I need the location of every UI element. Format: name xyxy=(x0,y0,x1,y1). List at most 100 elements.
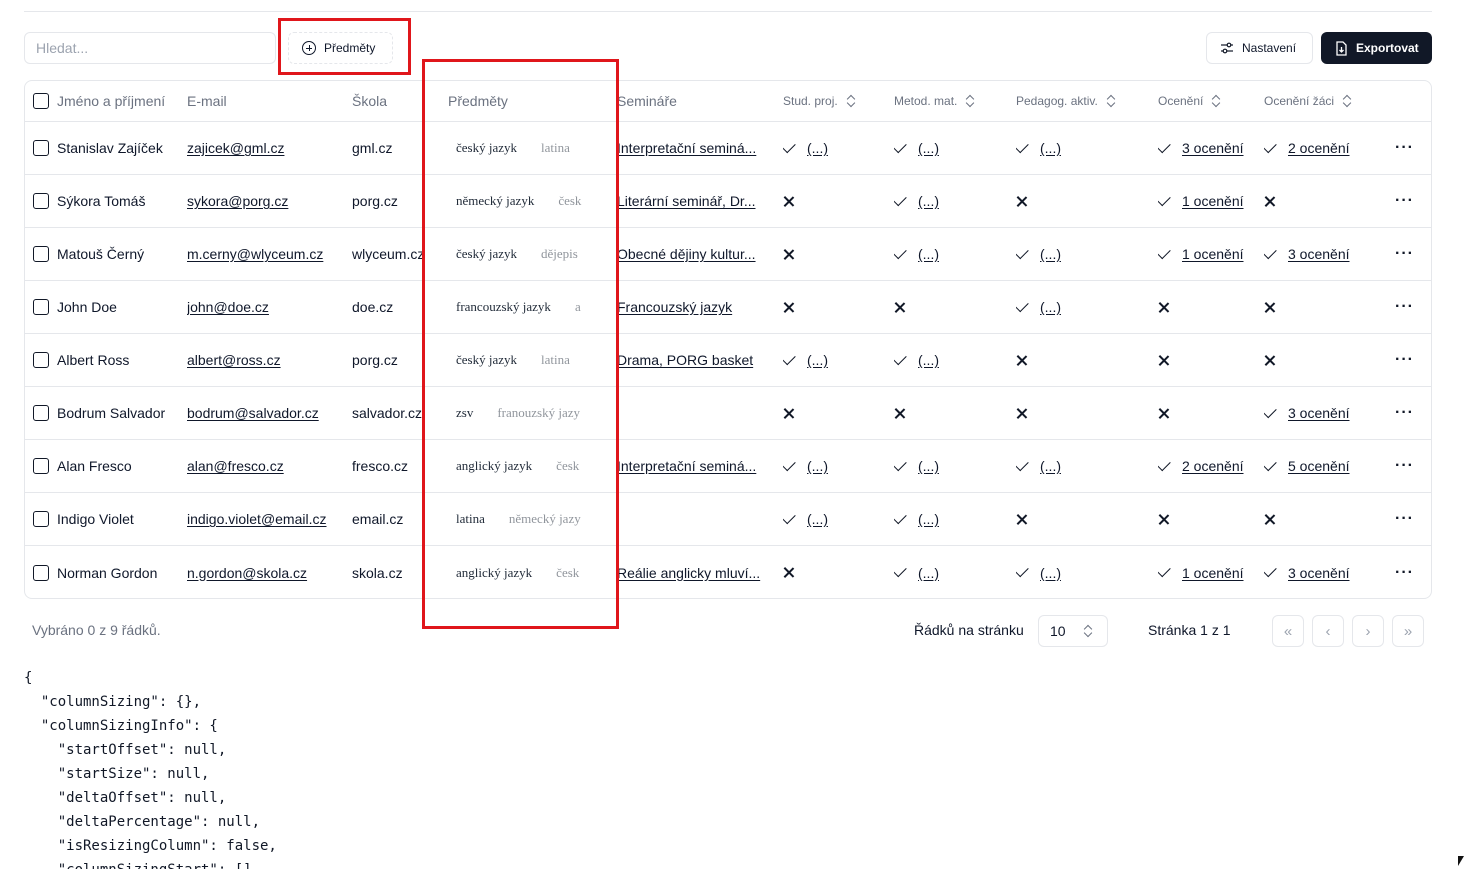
column-header-name[interactable]: Jméno a příjmení xyxy=(57,81,177,121)
x-icon xyxy=(783,408,794,419)
rows-per-page-select[interactable]: 10 xyxy=(1038,615,1108,647)
select-all-checkbox[interactable] xyxy=(33,93,49,109)
oceneni-link[interactable]: 3 ocenění xyxy=(1182,140,1244,156)
row-email-link[interactable]: bodrum@salvador.cz xyxy=(187,405,319,421)
column-header-stud-proj[interactable]: Stud. proj. xyxy=(783,81,883,121)
x-icon xyxy=(783,567,794,578)
oceneni-cell xyxy=(1158,281,1258,333)
metod-mat-details-link[interactable]: (...) xyxy=(918,193,939,209)
pedagog-aktiv-cell: (...) xyxy=(1016,228,1146,280)
column-header-email[interactable]: E-mail xyxy=(187,81,337,121)
row-seminar-link[interactable]: Interpretační seminá... xyxy=(617,140,756,156)
row-checkbox[interactable] xyxy=(33,564,49,581)
row-seminar-link[interactable]: Literární seminář, Dr... xyxy=(617,193,756,209)
metod-mat-details-link[interactable]: (...) xyxy=(918,140,939,156)
row-email-link[interactable]: indigo.violet@email.cz xyxy=(187,511,327,527)
oceneni-zaci-link[interactable]: 2 ocenění xyxy=(1288,140,1350,156)
code-line: "isResizingColumn": false, xyxy=(24,838,277,854)
pedagog-aktiv-details-link[interactable]: (...) xyxy=(1040,299,1061,315)
row-email-link[interactable]: n.gordon@skola.cz xyxy=(187,565,307,581)
row-seminar-link[interactable]: Drama, PORG basket xyxy=(617,352,753,368)
search-input[interactable] xyxy=(24,32,276,64)
row-actions-menu-icon[interactable]: ··· xyxy=(1395,404,1414,422)
row-checkbox[interactable] xyxy=(33,458,49,474)
oceneni-link[interactable]: 2 ocenění xyxy=(1182,458,1244,474)
oceneni-zaci-link[interactable]: 3 ocenění xyxy=(1288,405,1350,421)
stud-proj-details-link[interactable]: (...) xyxy=(807,511,828,527)
pedagog-aktiv-details-link[interactable]: (...) xyxy=(1040,246,1061,262)
pedagog-aktiv-cell: (...) xyxy=(1016,440,1146,492)
stud-proj-details-link[interactable]: (...) xyxy=(807,458,828,474)
row-seminar-link[interactable]: Interpretační seminá... xyxy=(617,458,756,474)
column-header-oceneni-zaci[interactable]: Ocenění žáci xyxy=(1264,81,1384,121)
pedagog-aktiv-details-link[interactable]: (...) xyxy=(1040,140,1061,156)
row-actions-menu-icon[interactable]: ··· xyxy=(1395,298,1414,316)
row-email-link[interactable]: zajicek@gml.cz xyxy=(187,140,284,156)
previous-page-button[interactable]: ‹ xyxy=(1312,615,1344,647)
oceneni-zaci-link[interactable]: 3 ocenění xyxy=(1288,246,1350,262)
oceneni-cell: 1 ocenění xyxy=(1158,228,1258,280)
row-checkbox[interactable] xyxy=(33,511,49,527)
pedagog-aktiv-cell xyxy=(1016,387,1146,439)
stud-proj-details-link[interactable]: (...) xyxy=(807,140,828,156)
export-button[interactable]: Exportovat xyxy=(1321,32,1432,64)
last-page-button[interactable]: » xyxy=(1392,615,1424,647)
row-email-link[interactable]: john@doe.cz xyxy=(187,299,269,315)
metod-mat-details-link[interactable]: (...) xyxy=(918,352,939,368)
row-checkbox[interactable] xyxy=(33,193,49,209)
code-line: "deltaPercentage": null, xyxy=(24,814,261,830)
row-actions-menu-icon[interactable]: ··· xyxy=(1395,510,1414,528)
row-actions-menu-icon[interactable]: ··· xyxy=(1395,351,1414,369)
row-seminar-link[interactable]: Francouzský jazyk xyxy=(617,299,732,315)
table-row: John Doe john@doe.cz doe.cz francouzský … xyxy=(25,281,1431,334)
column-header-school[interactable]: Škola xyxy=(352,81,432,121)
check-icon xyxy=(1264,457,1277,471)
row-email-link[interactable]: m.cerny@wlyceum.cz xyxy=(187,246,323,262)
stud-proj-cell xyxy=(783,175,883,227)
row-seminar-link[interactable]: Obecné dějiny kultur... xyxy=(617,246,756,262)
row-actions-menu-icon[interactable]: ··· xyxy=(1395,564,1414,582)
subjects-filter-button[interactable]: Předměty xyxy=(288,32,393,64)
column-header-subjects[interactable]: Předměty xyxy=(448,81,598,121)
check-icon xyxy=(894,245,907,259)
row-checkbox[interactable] xyxy=(33,299,49,315)
row-email-link[interactable]: alan@fresco.cz xyxy=(187,458,284,474)
row-actions-menu-icon[interactable]: ··· xyxy=(1395,245,1414,263)
oceneni-link[interactable]: 1 ocenění xyxy=(1182,565,1244,581)
row-checkbox[interactable] xyxy=(33,246,49,262)
stud-proj-cell xyxy=(783,387,883,439)
row-email-link[interactable]: albert@ross.cz xyxy=(187,352,281,368)
oceneni-link[interactable]: 1 ocenění xyxy=(1182,193,1244,209)
sort-icon xyxy=(1213,95,1220,107)
table-row: Sýkora Tomáš sykora@porg.cz porg.cz něme… xyxy=(25,175,1431,228)
pedagog-aktiv-details-link[interactable]: (...) xyxy=(1040,565,1061,581)
row-email-link[interactable]: sykora@porg.cz xyxy=(187,193,288,209)
row-checkbox[interactable] xyxy=(33,140,49,156)
oceneni-zaci-link[interactable]: 5 ocenění xyxy=(1288,458,1350,474)
pedagog-aktiv-details-link[interactable]: (...) xyxy=(1040,458,1061,474)
row-actions-menu-icon[interactable]: ··· xyxy=(1395,139,1414,157)
column-header-oceneni[interactable]: Ocenění xyxy=(1158,81,1258,121)
column-header-seminars[interactable]: Semináře xyxy=(617,81,767,121)
metod-mat-details-link[interactable]: (...) xyxy=(918,458,939,474)
row-seminar-link[interactable]: Reálie anglicky mluví... xyxy=(617,565,760,581)
metod-mat-details-link[interactable]: (...) xyxy=(918,246,939,262)
stud-proj-details-link[interactable]: (...) xyxy=(807,352,828,368)
code-line: { xyxy=(24,670,33,686)
metod-mat-details-link[interactable]: (...) xyxy=(918,511,939,527)
settings-button[interactable]: Nastavení xyxy=(1206,32,1313,64)
row-actions-menu-icon[interactable]: ··· xyxy=(1395,192,1414,210)
oceneni-zaci-link[interactable]: 3 ocenění xyxy=(1288,565,1350,581)
row-name: Norman Gordon xyxy=(57,564,158,581)
oceneni-link[interactable]: 1 ocenění xyxy=(1182,246,1244,262)
next-page-button[interactable]: › xyxy=(1352,615,1384,647)
metod-mat-details-link[interactable]: (...) xyxy=(918,565,939,581)
column-header-metod-mat[interactable]: Metod. mat. xyxy=(894,81,1004,121)
column-header-pedagog-aktiv[interactable]: Pedagog. aktiv. xyxy=(1016,81,1146,121)
row-checkbox[interactable] xyxy=(33,405,49,421)
row-checkbox[interactable] xyxy=(33,352,49,368)
row-actions-menu-icon[interactable]: ··· xyxy=(1395,457,1414,475)
check-icon xyxy=(894,510,907,524)
double-chevron-right-icon: » xyxy=(1403,622,1413,640)
first-page-button[interactable]: « xyxy=(1272,615,1304,647)
